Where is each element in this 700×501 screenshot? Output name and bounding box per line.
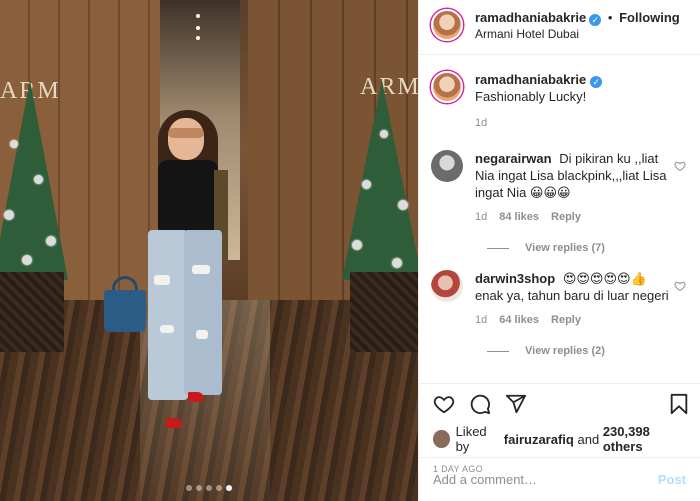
christmas-tree-right	[342, 80, 418, 280]
action-bar: Liked by fairuzarafiq and 230,398 others…	[419, 383, 700, 501]
caption-time[interactable]: 1d	[475, 115, 487, 132]
comment-item: darwin3shop 😍😍😍😍😍👍 enak ya, tahun baru d…	[431, 270, 686, 329]
comment-meta: 1d 84 likes Reply	[475, 209, 671, 226]
reply-button[interactable]: Reply	[551, 312, 581, 329]
jeans-rip	[154, 275, 170, 285]
action-icons	[433, 384, 686, 424]
carousel-dot	[216, 485, 222, 491]
post-button[interactable]: Post	[658, 472, 686, 487]
likes-joiner: and	[577, 431, 600, 447]
jeans-right-leg	[184, 230, 222, 395]
comment-likes[interactable]: 64 likes	[499, 312, 539, 329]
view-replies-line	[487, 350, 509, 352]
caption-avatar[interactable]	[431, 71, 463, 103]
comments-section[interactable]: ramadhaniabakrie ✓ Fashionably Lucky! 1d …	[419, 55, 700, 383]
bookmark-icon[interactable]	[668, 393, 690, 415]
comment-input[interactable]	[433, 472, 633, 487]
likes-count[interactable]: 230,398 others	[603, 424, 686, 454]
carousel-indicator	[0, 485, 418, 491]
red-shoe	[166, 418, 182, 428]
view-replies-label: View replies (7)	[525, 242, 605, 254]
caption-body: ramadhaniabakrie ✓ Fashionably Lucky! 1d	[475, 71, 671, 132]
ornament	[4, 210, 14, 220]
comment-like-heart-icon[interactable]	[674, 160, 686, 172]
liker-username[interactable]: fairuzarafiq	[504, 432, 574, 447]
jeans-rip	[160, 325, 174, 333]
heart-icon[interactable]	[433, 393, 455, 415]
likes-prefix: Liked by	[455, 424, 487, 454]
ornament	[46, 236, 56, 246]
comment-username[interactable]: negarairwan	[475, 151, 552, 166]
ceiling-light	[196, 14, 200, 18]
view-replies-button[interactable]: View replies (2)	[487, 345, 686, 357]
carousel-dot	[226, 485, 232, 491]
ornament	[380, 130, 388, 138]
ornament	[398, 200, 408, 210]
jeans-rip	[196, 330, 208, 339]
view-replies-button[interactable]: View replies (7)	[487, 242, 686, 254]
comment-item: negarairwan Di pikiran ku ,,liat Nia ing…	[431, 150, 686, 226]
share-icon[interactable]	[505, 393, 527, 415]
ornament	[392, 258, 402, 268]
comment-likes[interactable]: 84 likes	[499, 209, 539, 226]
carousel-dot	[206, 485, 212, 491]
ceiling-light	[196, 26, 200, 30]
instagram-post: ARM ARM ramadhaniabakrie ✓ • Following A…	[0, 0, 700, 501]
caption: ramadhaniabakrie ✓ Fashionably Lucky! 1d	[431, 71, 686, 132]
following-button[interactable]: Following	[619, 10, 680, 25]
ornament	[352, 240, 362, 250]
jeans-rip	[192, 265, 210, 274]
location-link[interactable]: Armani Hotel Dubai	[475, 26, 680, 43]
header-text: ramadhaniabakrie ✓ • Following Armani Hot…	[475, 9, 680, 43]
jeans-left-leg	[148, 230, 188, 400]
planter-left	[0, 272, 64, 352]
comment-body: darwin3shop 😍😍😍😍😍👍 enak ya, tahun baru d…	[475, 270, 671, 329]
liker-avatar[interactable]	[433, 430, 450, 448]
caption-text: Fashionably Lucky!	[475, 89, 587, 104]
comment-icon[interactable]	[469, 393, 491, 415]
header-username[interactable]: ramadhaniabakrie	[475, 10, 586, 25]
carousel-dot	[186, 485, 192, 491]
ornament	[22, 255, 32, 265]
view-replies-label: View replies (2)	[525, 345, 605, 357]
verified-badge-icon: ✓	[590, 76, 603, 88]
red-shoe	[188, 392, 204, 402]
ornament	[362, 180, 371, 189]
comment-time[interactable]: 1d	[475, 312, 487, 329]
planter-right	[350, 272, 418, 352]
black-top	[158, 160, 218, 232]
sunglasses	[168, 128, 204, 138]
header-separator: •	[607, 10, 613, 25]
face	[168, 118, 204, 160]
carousel-dot	[196, 485, 202, 491]
ornament	[10, 140, 18, 148]
add-comment-bar: Post	[419, 457, 700, 501]
comment-avatar[interactable]	[431, 150, 463, 182]
verified-badge-icon: ✓	[589, 14, 602, 26]
post-details-panel: ramadhaniabakrie ✓ • Following Armani Hot…	[418, 0, 700, 501]
ornament	[34, 175, 43, 184]
person-figure	[104, 100, 240, 440]
comment-avatar[interactable]	[431, 270, 463, 302]
avatar[interactable]	[431, 9, 463, 41]
post-header: ramadhaniabakrie ✓ • Following Armani Hot…	[419, 0, 700, 55]
caption-meta: 1d	[475, 115, 671, 132]
comment-meta: 1d 64 likes Reply	[475, 312, 671, 329]
comment-time[interactable]: 1d	[475, 209, 487, 226]
comment-body: negarairwan Di pikiran ku ,,liat Nia ing…	[475, 150, 671, 226]
comment-like-heart-icon[interactable]	[674, 280, 686, 292]
caption-username[interactable]: ramadhaniabakrie	[475, 72, 586, 87]
post-photo[interactable]: ARM ARM	[0, 0, 418, 501]
blue-handbag	[104, 290, 146, 332]
comment-username[interactable]: darwin3shop	[475, 271, 555, 286]
likes-summary: Liked by fairuzarafiq and 230,398 others	[433, 424, 686, 454]
view-replies-line	[487, 247, 509, 249]
reply-button[interactable]: Reply	[551, 209, 581, 226]
ceiling-light	[196, 36, 200, 40]
